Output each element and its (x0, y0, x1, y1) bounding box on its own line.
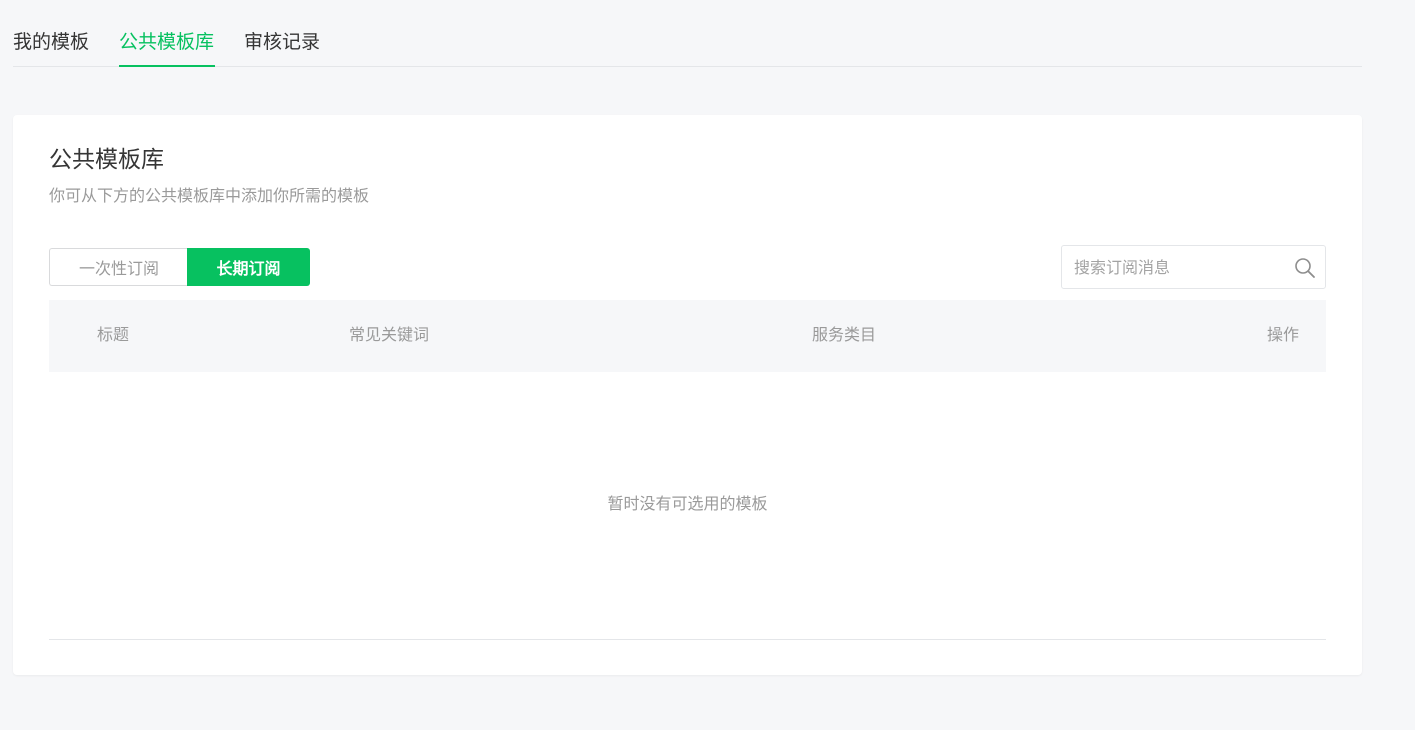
search-box (1061, 245, 1326, 289)
tab-review-records[interactable]: 审核记录 (244, 29, 320, 55)
column-header-title: 标题 (97, 325, 130, 344)
tab-my-templates[interactable]: 我的模板 (13, 29, 89, 55)
active-tab-indicator (119, 65, 215, 67)
one-time-subscription-button[interactable]: 一次性订阅 (49, 248, 188, 286)
table-header: 标题 常见关键词 服务类目 操作 (49, 300, 1326, 372)
page-title: 公共模板库 (49, 147, 164, 173)
column-header-service-category: 服务类目 (812, 325, 877, 344)
table-bottom-divider (49, 639, 1326, 640)
page-description: 你可从下方的公共模板库中添加你所需的模板 (49, 186, 370, 205)
tab-public-template-library[interactable]: 公共模板库 (119, 29, 214, 55)
top-tab-bar: 我的模板 公共模板库 审核记录 (13, 0, 1362, 67)
column-header-keywords: 常见关键词 (349, 325, 430, 344)
empty-state-message: 暂时没有可选用的模板 (607, 494, 768, 513)
search-input[interactable] (1074, 246, 1284, 288)
template-library-card: 公共模板库 你可从下方的公共模板库中添加你所需的模板 一次性订阅 长期订阅 标题… (13, 115, 1362, 675)
long-term-subscription-button[interactable]: 长期订阅 (187, 248, 310, 286)
search-icon[interactable] (1294, 257, 1316, 279)
column-header-actions: 操作 (1267, 325, 1300, 344)
